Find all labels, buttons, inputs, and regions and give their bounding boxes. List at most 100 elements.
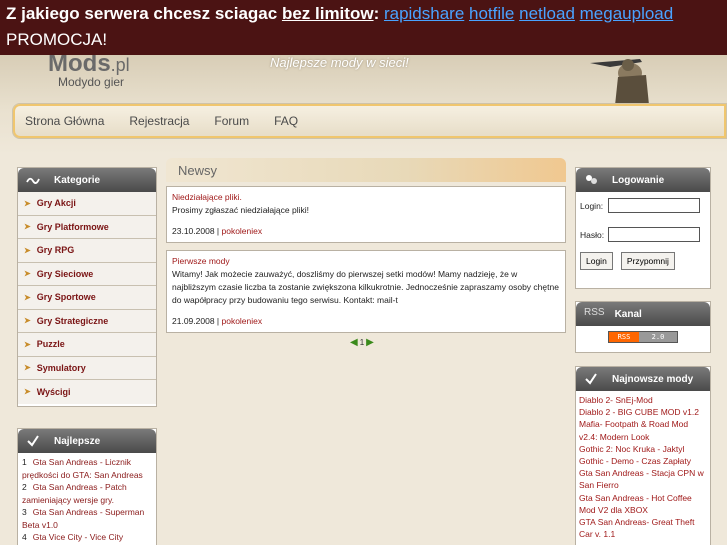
login-panel: Logowanie Login: Hasło: Login Przypomnij: [575, 167, 711, 289]
best-link[interactable]: Gta Vice City - Vice City: [33, 532, 123, 542]
category-item[interactable]: ➤ Gry Sieciowe: [18, 262, 156, 286]
remind-password-button[interactable]: Przypomnij: [620, 252, 675, 270]
news-item-title[interactable]: Pierwsze mody: [172, 255, 560, 268]
newest-title: Najnowsze mody: [612, 373, 694, 385]
rss-badge-left: RSS: [609, 332, 639, 342]
category-label: Gry Strategiczne: [36, 315, 109, 326]
news-item-body: Witamy! Jak możecie zauważyć, doszliśmy …: [172, 269, 559, 305]
news-item: Pierwsze mody Witamy! Jak możecie zauważ…: [166, 250, 566, 333]
promo-link-hotfile[interactable]: hotfile: [469, 4, 514, 23]
next-page-icon[interactable]: ▶: [366, 337, 374, 348]
newest-link[interactable]: Diablo 2- SnEj-Mod: [579, 394, 707, 406]
news-author[interactable]: pokoleniex: [221, 226, 262, 236]
newest-list: Diablo 2- SnEj-Mod Diablo 2 - BIG CUBE M…: [576, 391, 710, 543]
news-item-meta: 23.10.2008 | pokoleniex: [172, 226, 263, 236]
arrow-right-icon: ➤: [24, 363, 31, 373]
nav-faq[interactable]: FAQ: [274, 114, 298, 128]
newest-link[interactable]: Gothic 2: Noc Kruka - Jaktyl: [579, 443, 707, 455]
promo-link-megaupload[interactable]: megaupload: [580, 4, 674, 23]
newest-link[interactable]: Gothic - Demo - Czas Zapłaty: [579, 455, 707, 467]
promo-link-rapidshare[interactable]: rapidshare: [384, 4, 464, 23]
promo-colon: :: [373, 4, 384, 23]
newest-link[interactable]: Gta San Andreas - Stacja CPN w San Fierr…: [579, 467, 707, 491]
categories-panel: Kategorie ➤ Gry Akcji ➤ Gry Platformowe ➤ G…: [17, 167, 157, 407]
login-label: Login:: [580, 200, 604, 211]
category-item[interactable]: ➤ Puzzle: [18, 333, 156, 357]
promo-line: Z jakiego serwera chcesz sciagac bez lim…: [6, 4, 721, 28]
category-label: Gry RPG: [36, 245, 75, 256]
list-item[interactable]: 3 Gta San Andreas - Superman Beta v1.0: [22, 506, 152, 531]
best-link[interactable]: Gta San Andreas - Patch zamieniający wer…: [22, 482, 127, 505]
category-label: Symulatory: [36, 362, 86, 373]
checkmark-icon: [585, 373, 597, 385]
category-label: Gry Akcji: [36, 198, 76, 209]
rank-number: 3: [22, 507, 27, 517]
promo-link-netload[interactable]: netload: [519, 4, 575, 23]
category-label: Gry Sportowe: [36, 292, 96, 303]
newest-link[interactable]: Mafia- Footpath & Road Mod v2.4: Modern …: [579, 418, 707, 442]
rank-number: 1: [22, 457, 27, 467]
category-label: Wyścigi: [36, 386, 71, 397]
login-button[interactable]: Login: [580, 252, 613, 270]
login-input[interactable]: [608, 198, 700, 213]
category-item[interactable]: ➤ Gry RPG: [18, 239, 156, 263]
login-title: Logowanie: [612, 174, 665, 186]
newest-link[interactable]: GTA San Andreas- Great Theft Car v. 1.1: [579, 516, 707, 540]
list-item[interactable]: 1 Gta San Andreas - Licznik prędkości do …: [22, 456, 152, 481]
newest-link[interactable]: Gta San Andreas - Hot Coffee Mod V2 dla …: [579, 492, 707, 516]
promo-line2: PROMOCJA!: [6, 30, 108, 49]
best-header: Najlepsze: [18, 429, 156, 453]
arrow-right-icon: ➤: [24, 339, 31, 349]
wave-icon: [26, 177, 40, 184]
categories-list: ➤ Gry Akcji ➤ Gry Platformowe ➤ Gry RPG ➤ Gr…: [18, 192, 156, 404]
newest-header: Najnowsze mody: [576, 367, 710, 391]
arrow-right-icon: ➤: [24, 387, 31, 397]
rss-badge[interactable]: RSS 2.0: [608, 331, 678, 343]
category-item[interactable]: ➤ Gry Akcji: [18, 192, 156, 216]
arrow-right-icon: ➤: [24, 245, 31, 255]
best-link[interactable]: Gta San Andreas - Licznik prędkości do G…: [22, 457, 143, 480]
news-title: Newsy: [178, 162, 218, 178]
category-label: Gry Sieciowe: [36, 268, 94, 279]
category-item[interactable]: ➤ Symulatory: [18, 356, 156, 380]
categories-title: Kategorie: [54, 174, 101, 186]
login-form: Login: Hasło: Login Przypomnij: [576, 192, 710, 276]
password-label: Hasło:: [580, 229, 605, 240]
arrow-right-icon: ➤: [24, 316, 31, 326]
category-item[interactable]: ➤ Gry Strategiczne: [18, 309, 156, 333]
prev-page-icon[interactable]: ◀: [350, 337, 358, 348]
nav-home[interactable]: Strona Główna: [25, 114, 104, 128]
pagination: ◀ 1 ▶: [350, 337, 374, 348]
category-item[interactable]: ➤ Gry Platformowe: [18, 215, 156, 239]
password-input[interactable]: [608, 227, 700, 242]
user-group-icon: [586, 175, 597, 184]
category-label: Gry Platformowe: [36, 221, 109, 232]
category-item[interactable]: ➤ Wyścigi: [18, 380, 156, 404]
news-item-title[interactable]: Niedziałające pliki.: [172, 191, 560, 204]
rss-title: Kanal: [614, 308, 642, 320]
rss-panel: RSS Kanal RSS 2.0: [575, 301, 711, 353]
list-item[interactable]: 4 Gta Vice City - Vice City: [22, 531, 152, 544]
rank-number: 2: [22, 482, 27, 492]
nav-forum[interactable]: Forum: [214, 114, 249, 128]
category-item[interactable]: ➤ Gry Sportowe: [18, 286, 156, 310]
checkmark-icon: [27, 435, 39, 447]
best-link[interactable]: Gta San Andreas - Superman Beta v1.0: [22, 507, 144, 530]
best-panel: Najlepsze 1 Gta San Andreas - Licznik prę…: [17, 428, 157, 545]
site-logo[interactable]: Mods.pl: [48, 55, 130, 77]
news-date: 21.09.2008: [172, 316, 215, 326]
nav-register[interactable]: Rejestracja: [129, 114, 189, 128]
rss-header: RSS Kanal: [576, 302, 710, 326]
arrow-right-icon: ➤: [24, 269, 31, 279]
best-title: Najlepsze: [54, 435, 101, 447]
main-nav: Strona Główna Rejestracja Forum FAQ: [12, 103, 727, 139]
arrow-right-icon: ➤: [24, 222, 31, 232]
arrow-right-icon: ➤: [24, 292, 31, 302]
best-list: 1 Gta San Andreas - Licznik prędkości do …: [18, 453, 156, 545]
news-item-body: Prosimy zgłaszać niedziałające pliki!: [172, 205, 310, 215]
logo-text: Mods: [48, 55, 111, 77]
rss-badge-right: 2.0: [639, 332, 677, 342]
newest-link[interactable]: Diablo 2 - BIG CUBE MOD v1.2: [579, 406, 707, 418]
list-item[interactable]: 2 Gta San Andreas - Patch zamieniający we…: [22, 481, 152, 506]
news-author[interactable]: pokoleniex: [221, 316, 262, 326]
